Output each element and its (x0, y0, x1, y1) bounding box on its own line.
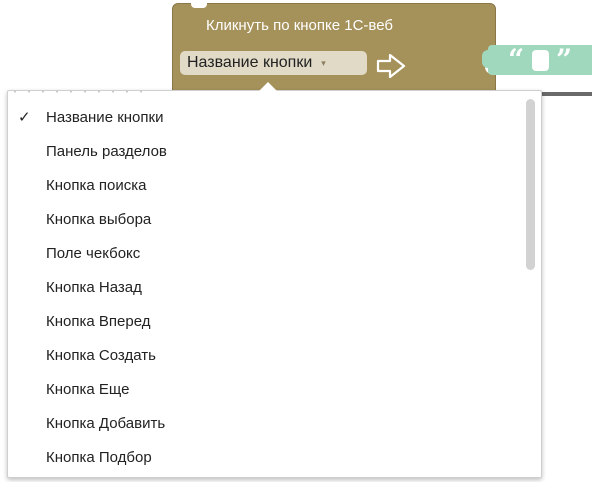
menu-item[interactable]: Поле чекбокс (8, 236, 519, 270)
output-tab (482, 50, 492, 68)
menu-item[interactable]: Кнопка Подбор (8, 440, 519, 474)
menu-item-label: Панель разделов (46, 142, 167, 160)
block-edge (540, 92, 592, 96)
menu-item-label: Кнопка Назад (46, 278, 142, 296)
menu-item[interactable]: Кнопка Назад (8, 270, 519, 304)
menu-item-label: Кнопка Подбор (46, 448, 152, 466)
dropdown-menu: ✓ Название кнопки Панель разделов Кнопка по… (7, 90, 542, 478)
menu-item[interactable]: Кнопка Добавить (8, 406, 519, 440)
arrow-right-icon (376, 53, 406, 79)
workspace-canvas: Кликнуть по кнопке 1С-веб Название кнопк… (0, 0, 592, 482)
click-button-block[interactable]: Кликнуть по кнопке 1С-веб Название кнопк… (172, 3, 498, 103)
checkmark-icon: ✓ (18, 109, 31, 126)
dropdown-arrow-icon: ▾ (321, 57, 326, 68)
menu-item-label: Поле чекбокс (46, 244, 141, 262)
scrollbar[interactable] (526, 99, 535, 469)
block-notch (191, 3, 207, 8)
menu-item-label: Кнопка поиска (46, 176, 147, 194)
menu-item-label: Кнопка выбора (46, 210, 152, 228)
menu-item[interactable]: Кнопка Вперед (8, 304, 519, 338)
block-title: Кликнуть по кнопке 1С-веб (206, 17, 393, 34)
button-name-dropdown[interactable]: Название кнопки ▾ (180, 51, 367, 75)
text-value-block[interactable]: “ ” (482, 43, 592, 76)
grid-dots (8, 90, 148, 93)
close-quote-icon: ” (556, 43, 573, 76)
menu-item-label: Кнопка Добавить (46, 414, 166, 432)
menu-item[interactable]: ✓ Название кнопки (8, 100, 519, 134)
menu-item[interactable]: Кнопка выбора (8, 202, 519, 236)
scrollbar-thumb[interactable] (526, 99, 535, 270)
dropdown-pointer (259, 82, 277, 91)
menu-item[interactable]: Кнопка Создать (8, 338, 519, 372)
menu-list: ✓ Название кнопки Панель разделов Кнопка по… (8, 100, 519, 474)
menu-item-label: Кнопка Еще (46, 380, 130, 398)
menu-item[interactable]: Кнопка поиска (8, 168, 519, 202)
dropdown-selected-value: Название кнопки (187, 54, 313, 71)
menu-item-label: Название кнопки (46, 108, 164, 126)
text-input-field[interactable] (532, 50, 549, 71)
menu-item-label: Кнопка Создать (46, 346, 156, 364)
menu-item-label: Кнопка Вперед (46, 312, 151, 330)
menu-item[interactable]: Кнопка Еще (8, 372, 519, 406)
open-quote-icon: “ (508, 43, 525, 76)
menu-item[interactable]: Панель разделов (8, 134, 519, 168)
